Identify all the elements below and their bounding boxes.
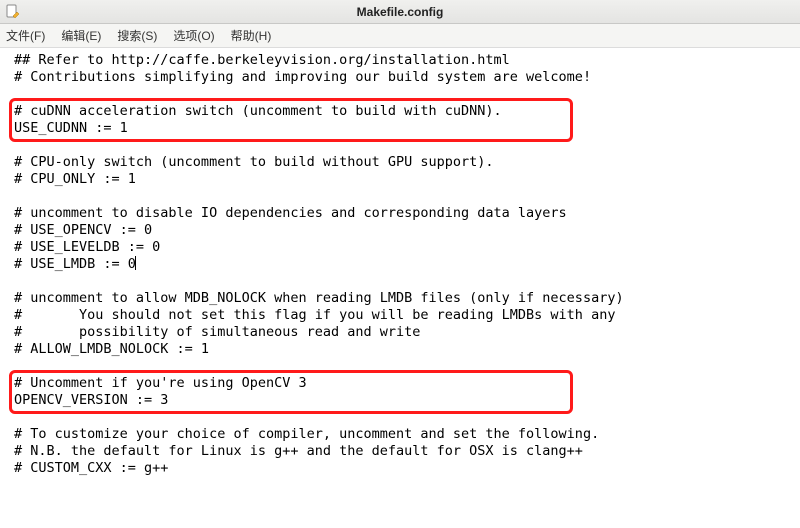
menu-search[interactable]: 搜索(S) <box>117 27 157 44</box>
code-line: USE_CUDNN := 1 <box>14 120 128 136</box>
document-pencil-icon <box>4 3 22 21</box>
code-line: # Uncomment if you're using OpenCV 3 <box>14 375 307 391</box>
code-line: # USE_LEVELDB := 0 <box>14 239 160 255</box>
code-line: ## Refer to http://caffe.berkeleyvision.… <box>14 52 510 68</box>
code-line: OPENCV_VERSION := 3 <box>14 392 168 408</box>
code-line: # uncomment to disable IO dependencies a… <box>14 205 567 221</box>
code-line: # N.B. the default for Linux is g++ and … <box>14 443 583 459</box>
code-line: # CPU_ONLY := 1 <box>14 171 136 187</box>
file-content[interactable]: ## Refer to http://caffe.berkeleyvision.… <box>0 48 800 481</box>
code-line: # ALLOW_LMDB_NOLOCK := 1 <box>14 341 209 357</box>
menubar: 文件(F) 编辑(E) 搜索(S) 选项(O) 帮助(H) <box>0 24 800 48</box>
code-line: # possibility of simultaneous read and w… <box>14 324 420 340</box>
code-line: # CPU-only switch (uncomment to build wi… <box>14 154 494 170</box>
code-line: # USE_OPENCV := 0 <box>14 222 152 238</box>
window-title: Makefile.config <box>357 5 444 19</box>
menu-options[interactable]: 选项(O) <box>173 27 214 44</box>
menu-help[interactable]: 帮助(H) <box>231 27 272 44</box>
code-line: # CUSTOM_CXX := g++ <box>14 460 168 476</box>
code-line: # You should not set this flag if you wi… <box>14 307 615 323</box>
text-cursor <box>135 256 136 270</box>
menu-edit[interactable]: 编辑(E) <box>61 27 101 44</box>
code-line: # uncomment to allow MDB_NOLOCK when rea… <box>14 290 624 306</box>
text-editor-area[interactable]: ## Refer to http://caffe.berkeleyvision.… <box>0 48 800 528</box>
code-line: # Contributions simplifying and improvin… <box>14 69 591 85</box>
code-line: # USE_LMDB := 0 <box>14 256 136 272</box>
window-titlebar: Makefile.config <box>0 0 800 24</box>
code-line: # cuDNN acceleration switch (uncomment t… <box>14 103 502 119</box>
code-line: # To customize your choice of compiler, … <box>14 426 599 442</box>
menu-file[interactable]: 文件(F) <box>6 27 45 44</box>
